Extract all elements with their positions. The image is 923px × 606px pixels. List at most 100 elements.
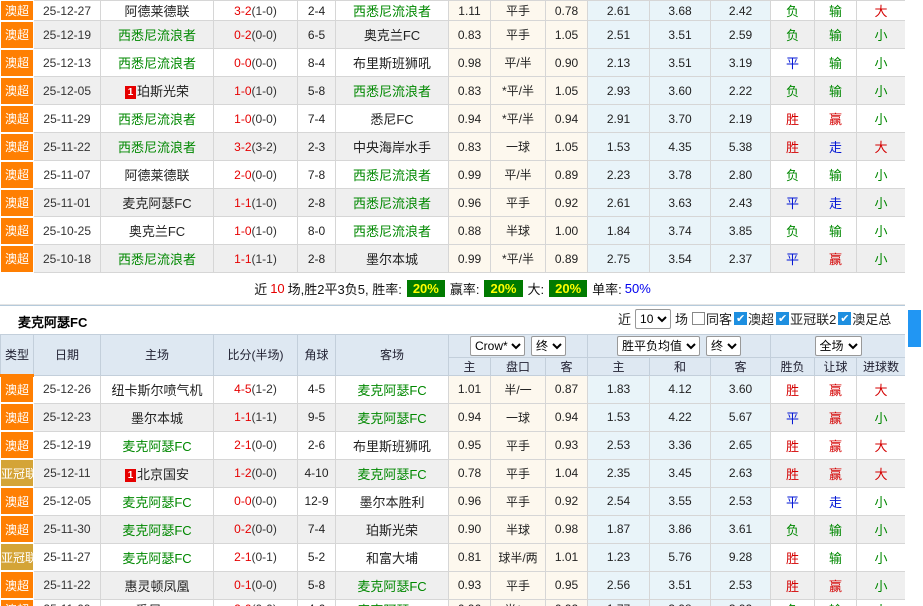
away-team-link[interactable]: 西悉尼流浪者 (336, 217, 449, 245)
league-badge[interactable]: 澳超 (1, 487, 34, 515)
away-team-link[interactable]: 麦克阿瑟FC (336, 375, 449, 403)
games-count-select[interactable]: 10 (635, 309, 671, 329)
euro-home-odds: 2.91 (588, 105, 650, 133)
league-badge[interactable]: 亚冠联2 (1, 543, 34, 571)
home-team-link[interactable]: 悉尼FC (101, 599, 214, 606)
home-team-link[interactable]: 纽卡斯尔喷气机 (101, 375, 214, 403)
home-team-link[interactable]: 麦克阿瑟FC (101, 515, 214, 543)
away-team-link[interactable]: 麦克阿瑟FC (336, 403, 449, 431)
odds-table-secondary: 类型 日期 主场 比分(半场) 角球 客场 Crow* 终 胜平负均值 (0, 334, 906, 606)
asia-handicap: 平/半 (491, 49, 546, 77)
home-team-link[interactable]: 西悉尼流浪者 (101, 245, 214, 273)
home-team-link[interactable]: 1北京国安 (101, 459, 214, 487)
home-team-link[interactable]: 麦克阿瑟FC (101, 543, 214, 571)
away-team-link[interactable]: 布里斯班狮吼 (336, 49, 449, 77)
home-team-link[interactable]: 西悉尼流浪者 (101, 133, 214, 161)
scrollbar-track[interactable] (905, 0, 923, 606)
home-team-link[interactable]: 西悉尼流浪者 (101, 21, 214, 49)
match-row: 澳超25-11-09悉尼FC2-0(0-0)4-6麦克阿瑟FC0.96半/一0.… (1, 599, 906, 606)
asia-away-odds: 1.01 (546, 543, 588, 571)
away-team-link[interactable]: 西悉尼流浪者 (336, 189, 449, 217)
score: 1-0(0-0) (214, 105, 298, 133)
league-badge[interactable]: 澳超 (1, 77, 34, 105)
asia-home-odds: 0.98 (449, 49, 491, 77)
home-team-link[interactable]: 惠灵顿凤凰 (101, 571, 214, 599)
result-handicap: 输 (815, 515, 857, 543)
scrollbar-thumb[interactable] (908, 310, 921, 347)
euro-home-odds: 1.53 (588, 133, 650, 161)
league-badge[interactable]: 澳超 (1, 217, 34, 245)
league-badge[interactable]: 澳超 (1, 431, 34, 459)
handicap-rate-label: 赢率: (450, 279, 480, 298)
away-team-link[interactable]: 麦克阿瑟FC (336, 571, 449, 599)
away-team-link[interactable]: 墨尔本胜利 (336, 487, 449, 515)
filter-checkbox-label: 澳超 (748, 309, 774, 328)
filter-checkbox-澳足总[interactable]: ✔澳足总 (838, 309, 891, 328)
result-handicap: 输 (815, 217, 857, 245)
league-badge[interactable]: 澳超 (1, 133, 34, 161)
league-badge[interactable]: 澳超 (1, 1, 34, 21)
filter-checkbox-亚冠联2[interactable]: ✔亚冠联2 (776, 309, 836, 328)
result-goals: 小 (857, 217, 906, 245)
home-team-link[interactable]: 西悉尼流浪者 (101, 49, 214, 77)
halftime-score: (1-1) (252, 252, 277, 266)
halftime-score: (1-0) (252, 196, 277, 210)
checkbox-unchecked-icon[interactable] (692, 312, 705, 325)
home-team-link[interactable]: 阿德莱德联 (101, 161, 214, 189)
result-wdl: 胜 (771, 133, 815, 161)
league-badge[interactable]: 澳超 (1, 245, 34, 273)
away-team-link[interactable]: 西悉尼流浪者 (336, 161, 449, 189)
period-select[interactable]: 全场 (815, 336, 862, 356)
home-team-link[interactable]: 1珀斯光荣 (101, 77, 214, 105)
asia-home-odds: 0.81 (449, 543, 491, 571)
euro-odds-select[interactable]: 胜平负均值 (617, 336, 700, 356)
league-badge[interactable]: 澳超 (1, 375, 34, 403)
away-team-link[interactable]: 麦克阿瑟FC (336, 459, 449, 487)
league-badge[interactable]: 澳超 (1, 599, 34, 606)
away-team-link[interactable]: 西悉尼流浪者 (336, 1, 449, 21)
checkbox-checked-icon[interactable]: ✔ (776, 312, 789, 325)
away-team-link[interactable]: 珀斯光荣 (336, 515, 449, 543)
league-badge[interactable]: 澳超 (1, 105, 34, 133)
away-team-link[interactable]: 和富大埔 (336, 543, 449, 571)
halftime-score: (0-0) (252, 28, 277, 42)
over-rate-badge: 20% (549, 280, 587, 297)
league-badge[interactable]: 澳超 (1, 161, 34, 189)
asia-stage-select[interactable]: 终 (531, 336, 566, 356)
away-team-link[interactable]: 麦克阿瑟FC (336, 599, 449, 606)
checkbox-checked-icon[interactable]: ✔ (838, 312, 851, 325)
league-badge[interactable]: 亚冠联2 (1, 459, 34, 487)
away-team-link[interactable]: 中央海岸水手 (336, 133, 449, 161)
filter-checkbox-同客[interactable]: 同客 (692, 309, 732, 328)
league-badge[interactable]: 澳超 (1, 403, 34, 431)
home-team-link[interactable]: 麦克阿瑟FC (101, 487, 214, 515)
home-team-link[interactable]: 麦克阿瑟FC (101, 189, 214, 217)
checkbox-checked-icon[interactable]: ✔ (734, 312, 747, 325)
away-team-link[interactable]: 奥克兰FC (336, 21, 449, 49)
league-badge[interactable]: 澳超 (1, 49, 34, 77)
euro-home-odds: 2.51 (588, 21, 650, 49)
home-team-link[interactable]: 麦克阿瑟FC (101, 431, 214, 459)
bookmaker-select[interactable]: Crow* (470, 336, 525, 356)
col-date: 日期 (34, 334, 101, 375)
league-badge[interactable]: 澳超 (1, 21, 34, 49)
home-team-link[interactable]: 墨尔本城 (101, 403, 214, 431)
euro-stage-select[interactable]: 终 (706, 336, 741, 356)
away-team-link[interactable]: 西悉尼流浪者 (336, 77, 449, 105)
home-team-link[interactable]: 奥克兰FC (101, 217, 214, 245)
asia-away-odds: 0.92 (546, 189, 588, 217)
euro-home-odds: 2.56 (588, 571, 650, 599)
home-team-link[interactable]: 西悉尼流浪者 (101, 105, 214, 133)
league-badge[interactable]: 澳超 (1, 515, 34, 543)
away-team-link[interactable]: 布里斯班狮吼 (336, 431, 449, 459)
league-badge[interactable]: 澳超 (1, 189, 34, 217)
away-team-link[interactable]: 墨尔本城 (336, 245, 449, 273)
result-goals: 小 (857, 571, 906, 599)
away-team-link[interactable]: 悉尼FC (336, 105, 449, 133)
euro-away-odds: 2.53 (711, 571, 771, 599)
euro-away-odds: 2.53 (711, 487, 771, 515)
league-badge[interactable]: 澳超 (1, 571, 34, 599)
section-header: 麦克阿瑟FC 近 10 场 同客✔澳超✔亚冠联2✔澳足总 (0, 305, 905, 334)
home-team-link[interactable]: 阿德莱德联 (101, 1, 214, 21)
filter-checkbox-澳超[interactable]: ✔澳超 (734, 309, 774, 328)
